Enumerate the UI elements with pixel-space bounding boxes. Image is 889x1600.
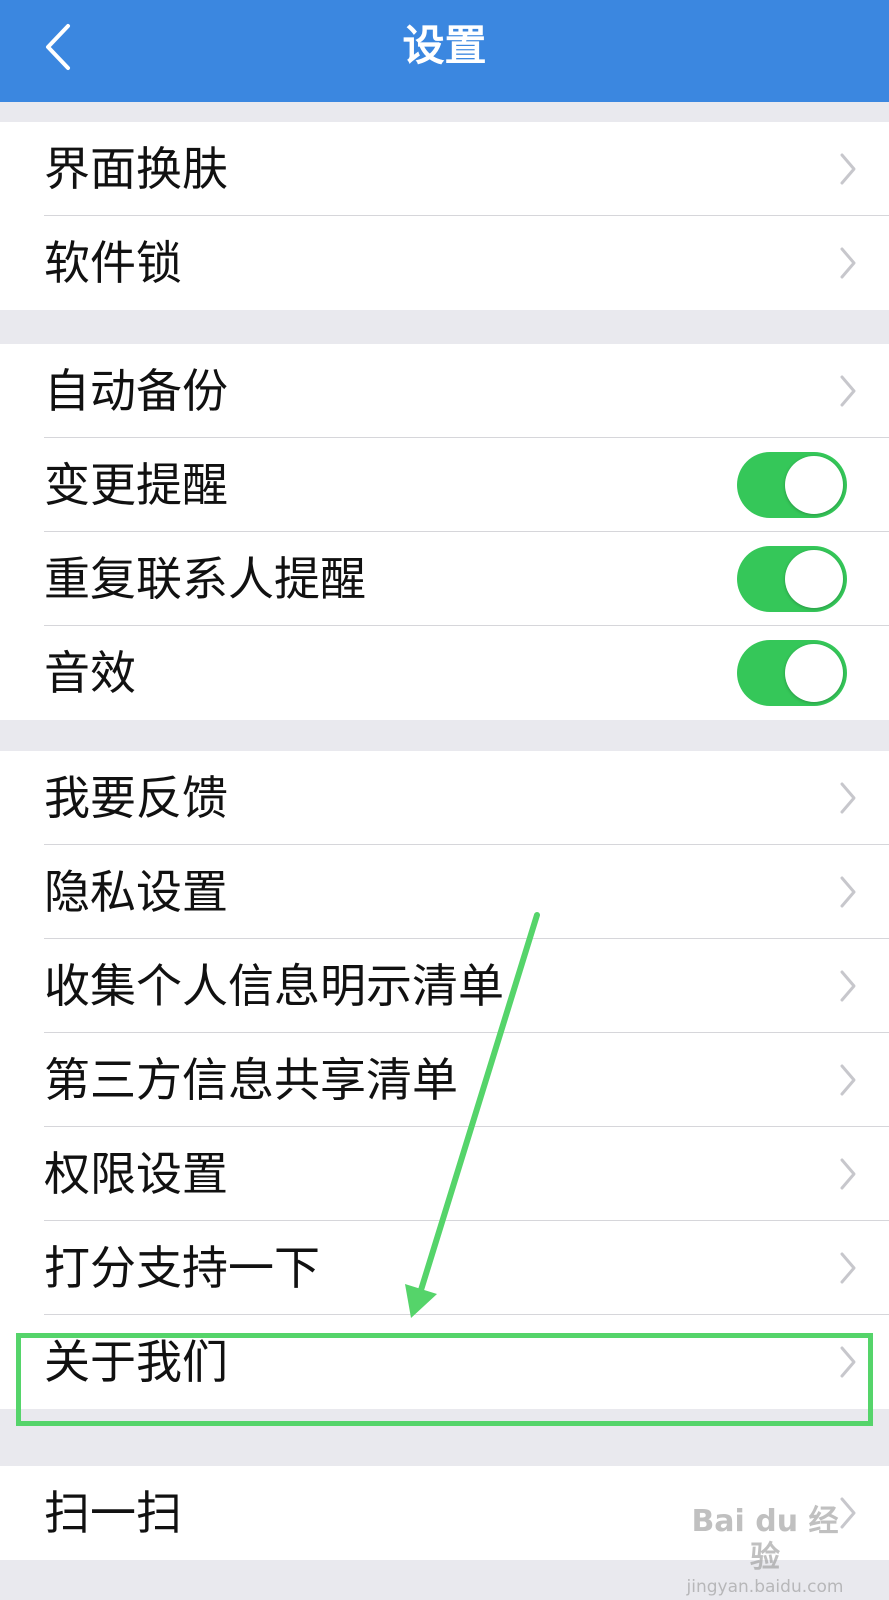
watermark-url: jingyan.baidu.com: [686, 1577, 844, 1597]
chevron-right-icon: [840, 153, 856, 185]
settings-row-sound: 音效: [0, 626, 889, 720]
settings-row-feedback[interactable]: 我要反馈: [0, 751, 889, 845]
row-label: 关于我们: [44, 1335, 228, 1389]
row-label: 我要反馈: [44, 771, 228, 825]
page-title: 设置: [402, 21, 487, 70]
row-label: 第三方信息共享清单: [44, 1053, 458, 1107]
settings-row-personal-info-list[interactable]: 收集个人信息明示清单: [0, 939, 889, 1033]
row-label: 隐私设置: [44, 865, 228, 919]
row-label: 软件锁: [44, 236, 182, 290]
settings-row-auto-backup[interactable]: 自动备份: [0, 344, 889, 438]
toggle-knob: [785, 644, 843, 702]
row-label: 变更提醒: [44, 458, 228, 512]
settings-group-3: 我要反馈 隐私设置 收集个人信息明示清单 第三方信息共享清单 权限设置 打分支持…: [0, 751, 889, 1409]
chevron-right-icon: [840, 1252, 856, 1284]
chevron-right-icon: [840, 1346, 856, 1378]
row-label: 打分支持一下: [44, 1241, 320, 1295]
settings-group-2: 自动备份 变更提醒 重复联系人提醒 音效: [0, 344, 889, 720]
row-label: 自动备份: [44, 364, 228, 418]
duplicate-contact-toggle[interactable]: [737, 546, 847, 612]
chevron-right-icon: [840, 1064, 856, 1096]
settings-group-1: 界面换肤 软件锁: [0, 122, 889, 310]
settings-row-duplicate-contact-reminder: 重复联系人提醒: [0, 532, 889, 626]
chevron-right-icon: [840, 970, 856, 1002]
toggle-knob: [785, 456, 843, 514]
row-label: 界面换肤: [44, 142, 228, 196]
settings-row-skin[interactable]: 界面换肤: [0, 122, 889, 216]
chevron-right-icon: [840, 375, 856, 407]
chevron-right-icon: [840, 1158, 856, 1190]
settings-row-third-party-sharing[interactable]: 第三方信息共享清单: [0, 1033, 889, 1127]
change-reminder-toggle[interactable]: [737, 452, 847, 518]
nav-bar: 设置: [0, 0, 889, 102]
chevron-right-icon: [840, 782, 856, 814]
chevron-right-icon: [840, 247, 856, 279]
watermark-logo-text: Bai du 经验: [691, 1504, 839, 1575]
settings-row-rate-app[interactable]: 打分支持一下: [0, 1221, 889, 1315]
row-label: 重复联系人提醒: [44, 552, 366, 606]
baidu-jingyan-watermark: Bai du 经验 jingyan.baidu.com: [680, 1504, 850, 1598]
row-label: 扫一扫: [44, 1486, 182, 1540]
chevron-right-icon: [840, 876, 856, 908]
sound-toggle[interactable]: [737, 640, 847, 706]
toggle-knob: [785, 550, 843, 608]
settings-row-about-us[interactable]: 关于我们: [0, 1315, 889, 1409]
settings-row-app-lock[interactable]: 软件锁: [0, 216, 889, 310]
settings-row-change-reminder: 变更提醒: [0, 438, 889, 532]
row-label: 权限设置: [44, 1147, 228, 1201]
settings-row-privacy[interactable]: 隐私设置: [0, 845, 889, 939]
row-label: 收集个人信息明示清单: [44, 959, 504, 1013]
settings-row-permissions[interactable]: 权限设置: [0, 1127, 889, 1221]
row-label: 音效: [44, 646, 136, 700]
